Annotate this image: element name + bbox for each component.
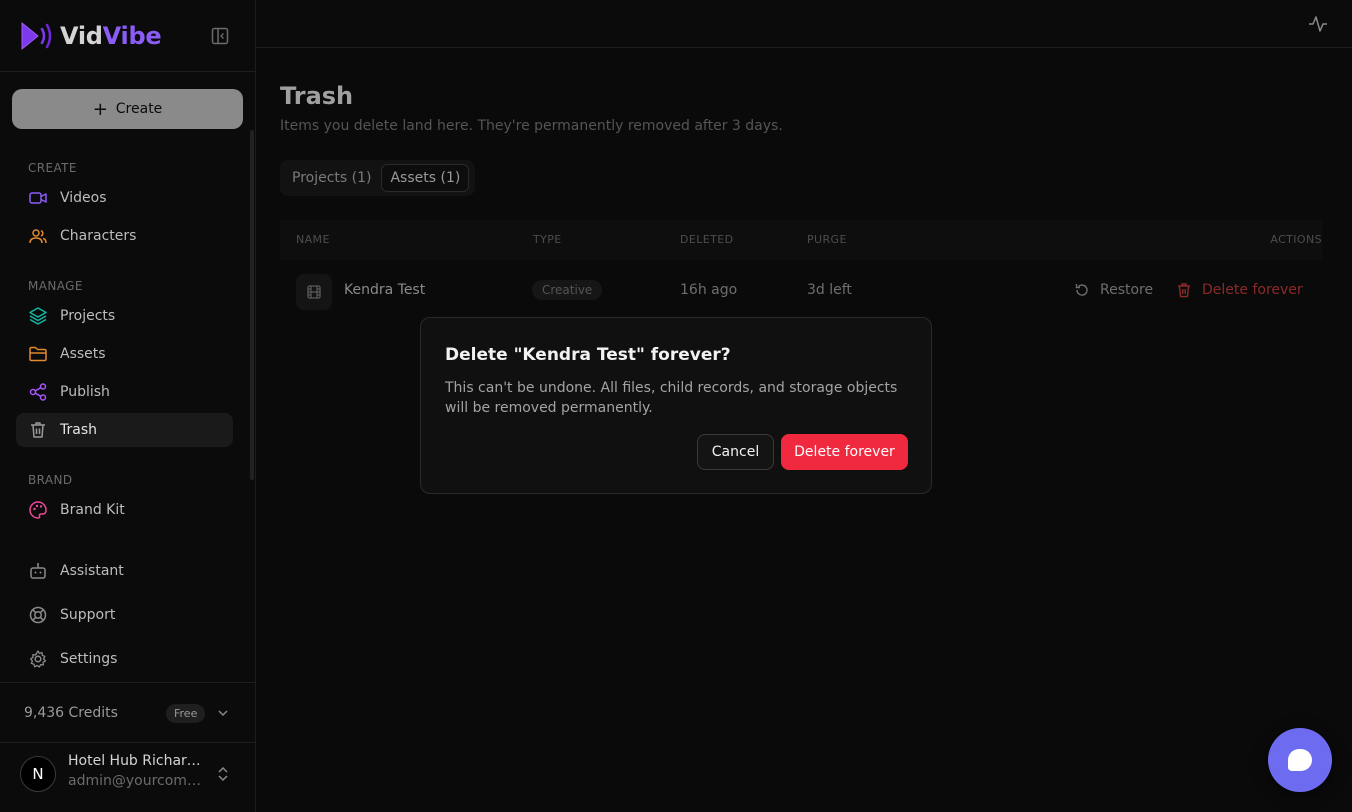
plan-badge: Free [166, 704, 206, 723]
delete-forever-button[interactable]: Delete forever [781, 434, 908, 470]
sidebar-item-brand-kit[interactable]: Brand Kit [16, 493, 233, 527]
cancel-button[interactable]: Cancel [697, 434, 774, 470]
layers-icon [29, 307, 47, 325]
dialog-body: This can't be undone. All files, child r… [445, 380, 898, 416]
tab-projects[interactable]: Projects (1) [284, 165, 379, 191]
logo-row: VidVibe [0, 0, 255, 72]
chevron-down-icon [218, 710, 228, 717]
sidebar-item-trash[interactable]: Trash [16, 413, 233, 447]
create-button[interactable]: + Create [12, 89, 243, 129]
users-icon [29, 229, 47, 244]
credits-row[interactable]: 9,436 Credits Free [0, 682, 255, 742]
brand-name: VidVibe [60, 21, 162, 50]
user-menu[interactable]: N Hotel Hub Richardson admin@yourcompany… [0, 742, 255, 812]
lifebuoy-icon [29, 606, 47, 624]
user-name: Hotel Hub Richardson [68, 753, 208, 769]
delete-confirm-dialog: Delete "Kendra Test" forever? This can't… [420, 317, 932, 494]
top-bar [256, 0, 1352, 48]
chat-bubble-icon [1288, 749, 1312, 771]
column-header-type: TYPE [533, 233, 562, 246]
trash-table: NAME TYPE DELETED PURGE ACTIONS Kendra T… [280, 220, 1322, 320]
bot-icon [30, 563, 46, 579]
sidebar-item-videos[interactable]: Videos [16, 181, 233, 215]
restore-button[interactable]: Restore [1074, 282, 1153, 298]
sidebar-item-characters[interactable]: Characters [16, 219, 233, 253]
video-camera-icon [29, 192, 47, 204]
table-row: Kendra Test Creative 16h ago 3d left Res… [280, 260, 1322, 320]
trash-tabs: Projects (1) Assets (1) [280, 160, 476, 196]
trash-icon [1178, 283, 1190, 298]
plus-icon: + [92, 98, 108, 120]
row-name: Kendra Test [344, 282, 426, 298]
sidebar-item-assets[interactable]: Assets [16, 337, 233, 371]
rotate-ccw-icon [1075, 284, 1088, 296]
row-deleted: 16h ago [680, 282, 738, 298]
film-icon [296, 274, 332, 310]
type-badge: Creative [532, 280, 603, 300]
column-header-actions: ACTIONS [1270, 233, 1322, 246]
user-email: admin@yourcompany.com [68, 773, 203, 789]
trash-icon [31, 422, 45, 438]
section-label-create: CREATE [28, 161, 77, 175]
section-label-brand: BRAND [28, 473, 73, 487]
sidebar-item-publish[interactable]: Publish [16, 375, 233, 409]
column-header-purge: PURGE [807, 233, 847, 246]
column-header-name: NAME [296, 233, 330, 246]
sidebar-scrollbar[interactable] [250, 130, 254, 480]
activity-icon[interactable] [1308, 14, 1328, 34]
table-header: NAME TYPE DELETED PURGE ACTIONS [280, 220, 1322, 260]
sidebar-item-projects[interactable]: Projects [16, 299, 233, 333]
tab-assets[interactable]: Assets (1) [381, 164, 470, 192]
column-header-deleted: DELETED [680, 233, 734, 246]
page-title: Trash [280, 82, 354, 110]
chevrons-up-down-icon [218, 766, 228, 782]
sidebar-item-settings[interactable]: Settings [16, 642, 233, 676]
logo-icon [21, 21, 52, 50]
folder-icon [29, 346, 47, 362]
gear-icon [29, 650, 47, 668]
dialog-title: Delete "Kendra Test" forever? [445, 345, 731, 365]
section-label-manage: MANAGE [28, 279, 83, 293]
chat-fab-button[interactable] [1268, 728, 1332, 792]
palette-icon [29, 501, 47, 519]
row-purge: 3d left [807, 282, 852, 298]
sidebar-item-assistant[interactable]: Assistant [16, 554, 233, 588]
page-subtitle: Items you delete land here. They're perm… [280, 118, 783, 134]
avatar: N [20, 756, 56, 792]
sidebar-collapse-icon[interactable] [211, 27, 229, 45]
sidebar: VidVibe + Create CREATE Videos Character… [0, 0, 256, 812]
credits-count: 9,436 Credits [24, 704, 118, 721]
sidebar-item-support[interactable]: Support [16, 598, 233, 632]
delete-forever-row-button[interactable]: Delete forever [1176, 282, 1303, 298]
share-icon [29, 383, 47, 401]
